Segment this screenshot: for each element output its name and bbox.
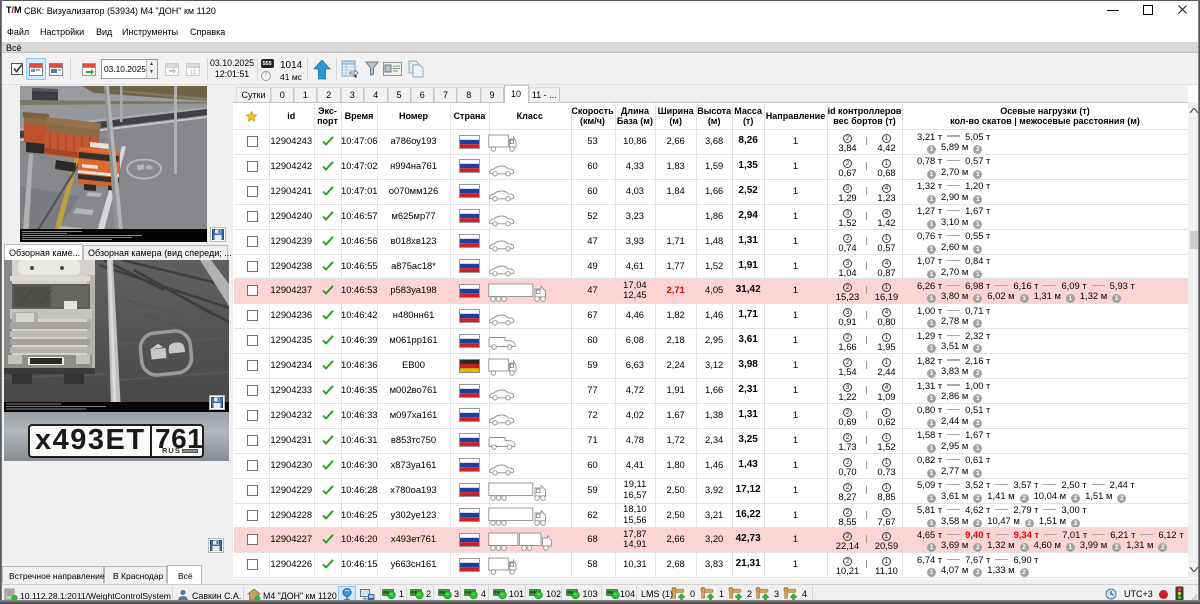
svg-text:11: 11: [190, 70, 197, 76]
